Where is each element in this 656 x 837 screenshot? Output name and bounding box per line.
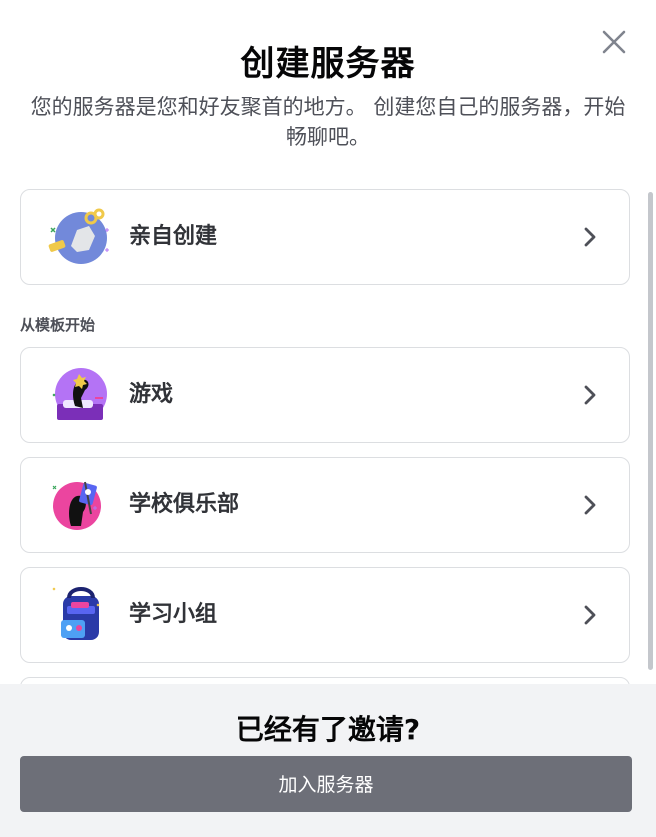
template-option-gaming[interactable]: 游戏 xyxy=(20,347,630,443)
create-own-label: 亲自创建 xyxy=(129,224,218,249)
create-own-option[interactable]: 亲自创建 xyxy=(20,189,630,285)
create-own-illustration xyxy=(45,206,111,268)
gaming-illustration xyxy=(45,364,111,426)
dialog-subtitle: 您的服务器是您和好友聚首的地方。 创建您自己的服务器，开始畅聊吧。 xyxy=(30,95,626,149)
join-server-button[interactable]: 加入服务器 xyxy=(20,756,632,812)
dialog-title: 创建服务器 xyxy=(240,44,416,84)
template-option-school-club[interactable]: 学校俱乐部 xyxy=(20,457,630,553)
dialog-footer: 已经有了邀请? 加入服务器 xyxy=(0,684,656,837)
school-club-illustration xyxy=(45,474,111,536)
scrollbar[interactable] xyxy=(648,192,653,670)
study-group-illustration xyxy=(45,584,111,646)
footer-title: 已经有了邀请? xyxy=(235,713,421,746)
chevron-right-icon xyxy=(584,385,596,405)
chevron-right-icon xyxy=(584,605,596,625)
template-label-school-club: 学校俱乐部 xyxy=(129,492,240,517)
template-option-study-group[interactable]: 学习小组 xyxy=(20,567,630,663)
template-label-study-group: 学习小组 xyxy=(129,602,218,627)
template-section-label: 从模板开始 xyxy=(20,316,96,334)
template-label-gaming: 游戏 xyxy=(129,382,174,407)
chevron-right-icon xyxy=(584,495,596,515)
chevron-right-icon xyxy=(584,227,596,247)
